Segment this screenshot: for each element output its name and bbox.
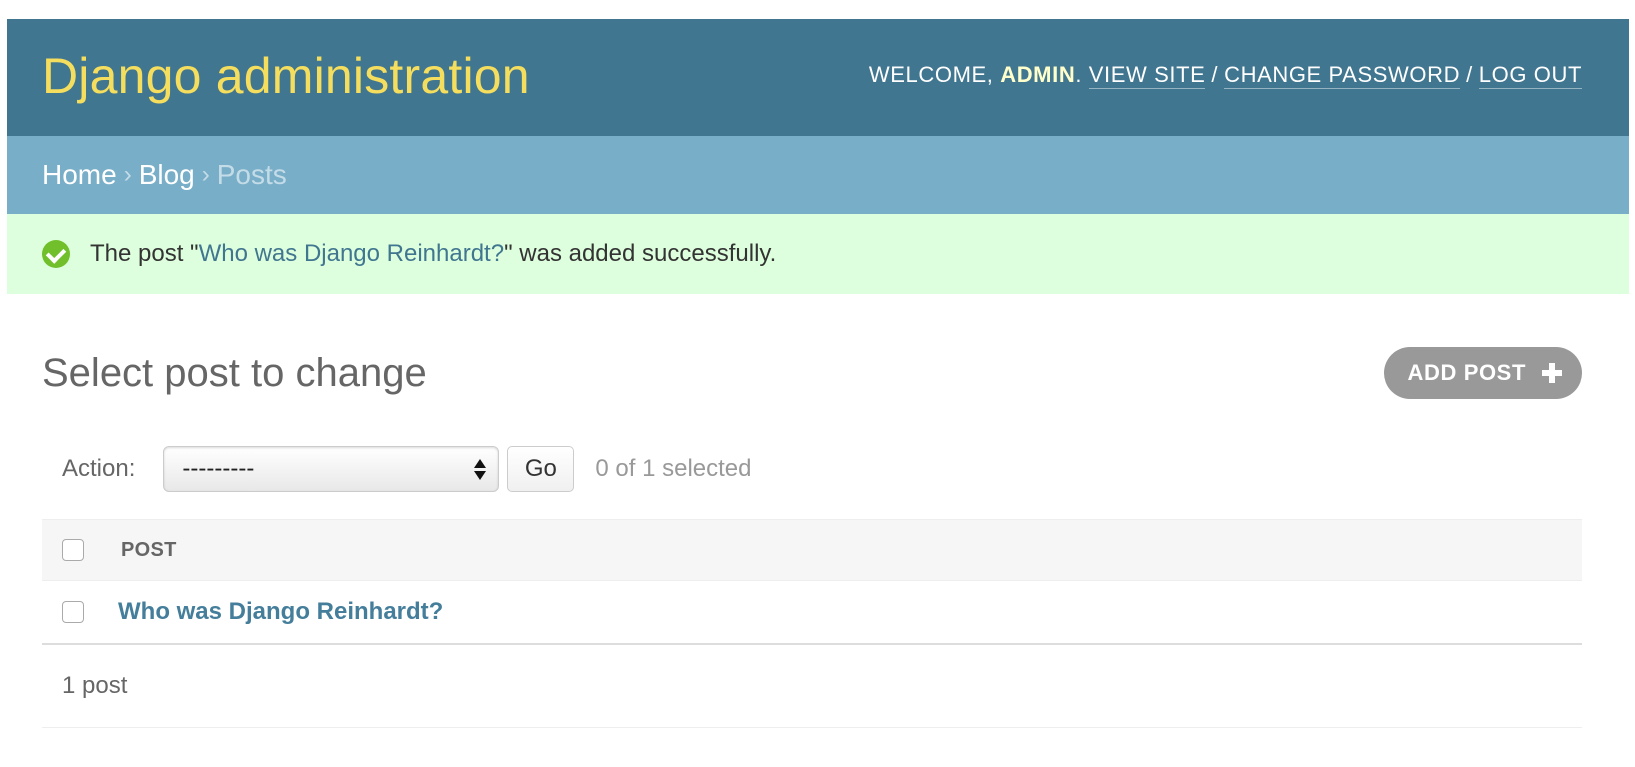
selection-counter: 0 of 1 selected <box>595 455 752 482</box>
add-post-button[interactable]: Add post <box>1383 346 1582 399</box>
separator: / <box>1211 61 1219 87</box>
select-all-checkbox[interactable] <box>62 539 84 561</box>
message-post-link[interactable]: Who was Django Reinhardt? <box>199 240 505 267</box>
action-label: Action: <box>62 455 136 482</box>
result-table: Post Who was Django Reinhardt? <box>42 519 1582 645</box>
user-tools: Welcome, admin. View site / Change passwor… <box>868 61 1582 89</box>
breadcrumb-separator: › <box>201 161 210 188</box>
breadcrumb-separator: › <box>123 161 132 188</box>
username: admin <box>1000 61 1076 87</box>
actions-bar: Action: --------- Go 0 of 1 selected <box>42 439 1582 499</box>
success-check-icon <box>42 240 70 268</box>
site-title[interactable]: Django administration <box>42 47 530 105</box>
breadcrumb-current: Posts <box>216 159 287 190</box>
table-header-row: Post <box>42 519 1582 581</box>
action-select[interactable]: --------- <box>163 446 500 492</box>
table-row: Who was Django Reinhardt? <box>42 581 1582 644</box>
welcome-period: . <box>1075 61 1083 87</box>
view-site-link[interactable]: View site <box>1088 61 1206 89</box>
row-post-link[interactable]: Who was Django Reinhardt? <box>118 598 443 625</box>
paginator: 1 post <box>42 645 1582 728</box>
go-button[interactable]: Go <box>507 446 575 492</box>
success-message: The post "Who was Django Reinhardt?" was… <box>7 214 1629 294</box>
change-password-link[interactable]: Change password <box>1224 61 1461 89</box>
row-title-cell: Who was Django Reinhardt? <box>118 581 1582 644</box>
separator: / <box>1466 61 1473 87</box>
add-post-label: Add post <box>1407 359 1526 385</box>
message-text: The post "Who was Django Reinhardt?" was… <box>90 240 776 268</box>
header: Django administration Welcome, admin. Vi… <box>7 19 1629 136</box>
content-head: Select post to change Add post <box>42 328 1582 419</box>
breadcrumb-home[interactable]: Home <box>42 159 117 191</box>
main-content: Select post to change Add post Action: -… <box>7 328 1629 728</box>
plus-icon <box>1542 362 1562 383</box>
action-select-value: --------- <box>182 455 255 482</box>
welcome-text: Welcome, <box>868 61 1001 87</box>
message-prefix: The post " <box>90 240 199 267</box>
select-all-cell <box>42 520 118 581</box>
column-header-post[interactable]: Post <box>118 520 1582 581</box>
page-title: Select post to change <box>42 351 427 395</box>
message-suffix: " was added successfully. <box>504 240 777 267</box>
row-select-cell <box>42 581 118 644</box>
row-checkbox[interactable] <box>62 600 84 623</box>
select-updown-icon <box>474 458 487 480</box>
admin-frame: Django administration Welcome, admin. Vi… <box>7 19 1629 728</box>
breadcrumb-blog[interactable]: Blog <box>139 159 195 191</box>
breadcrumb: Home › Blog › Posts <box>7 136 1629 214</box>
log-out-link[interactable]: Log out <box>1478 61 1582 89</box>
